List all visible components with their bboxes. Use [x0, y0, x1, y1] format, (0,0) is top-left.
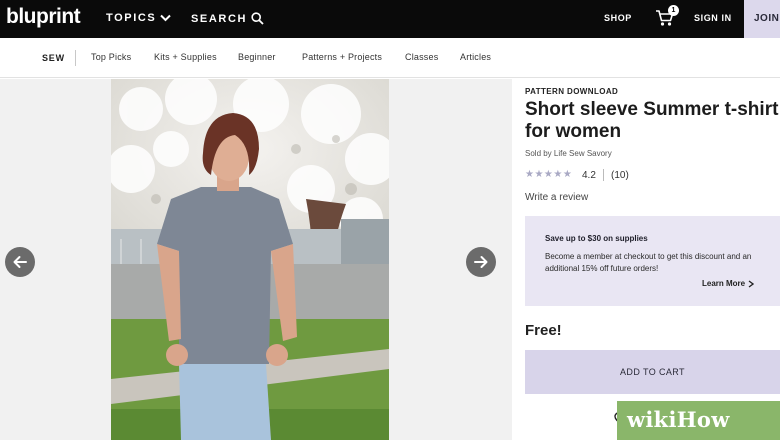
product-price: Free! — [525, 322, 562, 339]
product-photo — [111, 79, 389, 440]
search-label: SEARCH — [191, 12, 248, 25]
product-details-panel: PATTERN DOWNLOAD Short sleeve Summer t-s… — [512, 79, 780, 440]
learn-more-link[interactable]: Learn More — [702, 279, 755, 288]
promo-heading: Save up to $30 on supplies — [545, 234, 648, 243]
subnav-item-articles[interactable]: Articles — [460, 52, 491, 62]
shop-link[interactable]: SHOP — [604, 13, 632, 23]
wikihow-watermark: wikiHow — [617, 401, 780, 440]
review-count[interactable]: (10) — [611, 170, 629, 181]
rating-stars[interactable]: ★★★★★ — [525, 169, 572, 180]
category-subnav: SEW Top Picks Kits + Supplies Beginner P… — [0, 38, 780, 78]
write-review-link[interactable]: Write a review — [525, 192, 588, 203]
subnav-divider — [75, 50, 76, 66]
cart-count-badge: 1 — [668, 5, 679, 16]
subnav-item-beginner[interactable]: Beginner — [238, 52, 276, 62]
membership-promo-box: Save up to $30 on supplies Become a memb… — [525, 216, 780, 306]
subnav-item-kits-supplies[interactable]: Kits + Supplies — [154, 52, 217, 62]
cart-button[interactable]: 1 — [655, 5, 679, 29]
arrow-right-icon — [474, 256, 488, 268]
rating-value: 4.2 — [582, 170, 596, 181]
chevron-right-icon — [748, 279, 755, 288]
subnav-item-patterns-projects[interactable]: Patterns + Projects — [302, 52, 382, 62]
subnav-section-sew[interactable]: SEW — [42, 53, 65, 63]
arrow-left-icon — [13, 256, 27, 268]
product-image-gallery — [0, 79, 512, 440]
product-photo-illustration — [111, 79, 389, 440]
promo-text: Become a member at checkout to get this … — [545, 252, 752, 273]
chevron-down-icon — [160, 14, 172, 22]
search-icon — [251, 12, 264, 25]
search-button[interactable]: SEARCH — [191, 12, 264, 25]
rating-divider — [603, 169, 604, 181]
subnav-item-classes[interactable]: Classes — [405, 52, 438, 62]
learn-more-label: Learn More — [702, 279, 746, 288]
sign-in-link[interactable]: SIGN IN — [694, 13, 732, 23]
subnav-item-top-picks[interactable]: Top Picks — [91, 52, 131, 62]
product-title-line-2: for women — [525, 121, 622, 142]
add-to-cart-button[interactable]: ADD TO CART — [525, 350, 780, 394]
product-title: Short sleeve Summer t-shirt for women — [525, 99, 780, 143]
product-title-line-1: Short sleeve Summer t-shirt — [525, 99, 779, 120]
topics-menu[interactable]: TOPICS — [106, 12, 172, 24]
top-navigation-bar: bluprint TOPICS SEARCH SHOP 1 SIGN IN JO… — [0, 0, 780, 38]
bluprint-logo[interactable]: bluprint — [6, 5, 81, 29]
next-image-button[interactable] — [466, 247, 496, 277]
seller-name[interactable]: Sold by Life Sew Savory — [525, 149, 612, 158]
previous-image-button[interactable] — [5, 247, 35, 277]
watermark-text: wikiHow — [627, 407, 730, 432]
join-button[interactable]: JOIN — [744, 0, 780, 38]
topics-label: TOPICS — [106, 12, 157, 24]
product-type-label: PATTERN DOWNLOAD — [525, 87, 619, 96]
